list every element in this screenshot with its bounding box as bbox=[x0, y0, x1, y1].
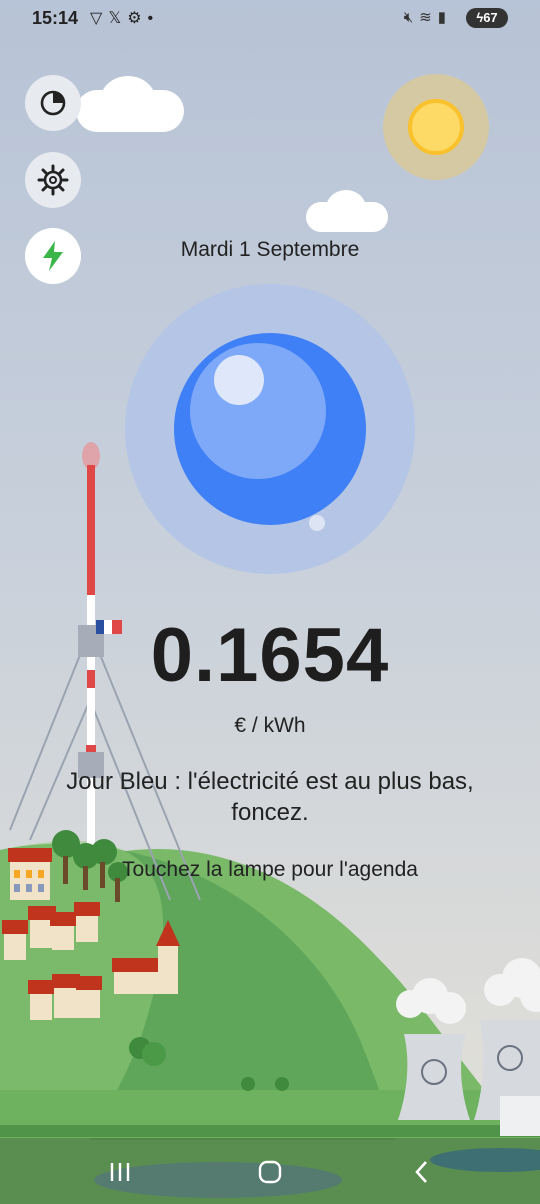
back-button[interactable] bbox=[392, 1150, 452, 1194]
shield-icon: ▽ bbox=[90, 10, 109, 27]
cloud bbox=[100, 76, 156, 126]
landscape-illustration bbox=[0, 442, 540, 1204]
x-icon: 𝕏 bbox=[108, 10, 128, 27]
settings-button[interactable] bbox=[25, 152, 81, 208]
day-message: Jour Bleu : l'électricité est au plus ba… bbox=[66, 768, 474, 826]
pie-chart-icon bbox=[40, 90, 66, 116]
wifi-icon: ≋ bbox=[419, 9, 438, 26]
lamp-orb-bubble bbox=[309, 515, 325, 531]
mute-icon: 🔇︎ bbox=[403, 9, 420, 26]
cloud bbox=[326, 190, 366, 226]
sun-core bbox=[408, 99, 464, 155]
date-label: Mardi 1 Septembre bbox=[180, 238, 360, 261]
recents-button[interactable] bbox=[90, 1150, 150, 1194]
battery-indicator: ϟ67 bbox=[466, 8, 508, 28]
recents-icon bbox=[110, 1163, 130, 1181]
price-unit: € / kWh bbox=[234, 714, 306, 737]
history-button[interactable] bbox=[25, 75, 81, 131]
status-time: 15:14 bbox=[32, 8, 79, 28]
agenda-hint: Touchez la lampe pour l'agenda bbox=[122, 858, 418, 881]
status-right-icons: 🔇︎≋▮ bbox=[404, 8, 452, 26]
home-icon bbox=[258, 1160, 282, 1184]
lamp-orb-shine bbox=[214, 355, 264, 405]
battery-level: 67 bbox=[483, 10, 498, 25]
gear-icon bbox=[37, 164, 69, 196]
dot-icon: • bbox=[147, 10, 160, 27]
status-left-icons: ▽𝕏⚙• bbox=[90, 8, 159, 28]
background-scene bbox=[0, 0, 540, 1204]
price-value: 0.1654 bbox=[150, 613, 390, 698]
status-bar: 15:14 ▽𝕏⚙• 🔇︎≋▮ ϟ67 bbox=[0, 0, 540, 36]
gear-icon: ⚙ bbox=[127, 10, 148, 27]
back-icon bbox=[415, 1161, 427, 1183]
home-button[interactable] bbox=[240, 1150, 300, 1194]
signal-icon: ▮ bbox=[437, 9, 452, 26]
